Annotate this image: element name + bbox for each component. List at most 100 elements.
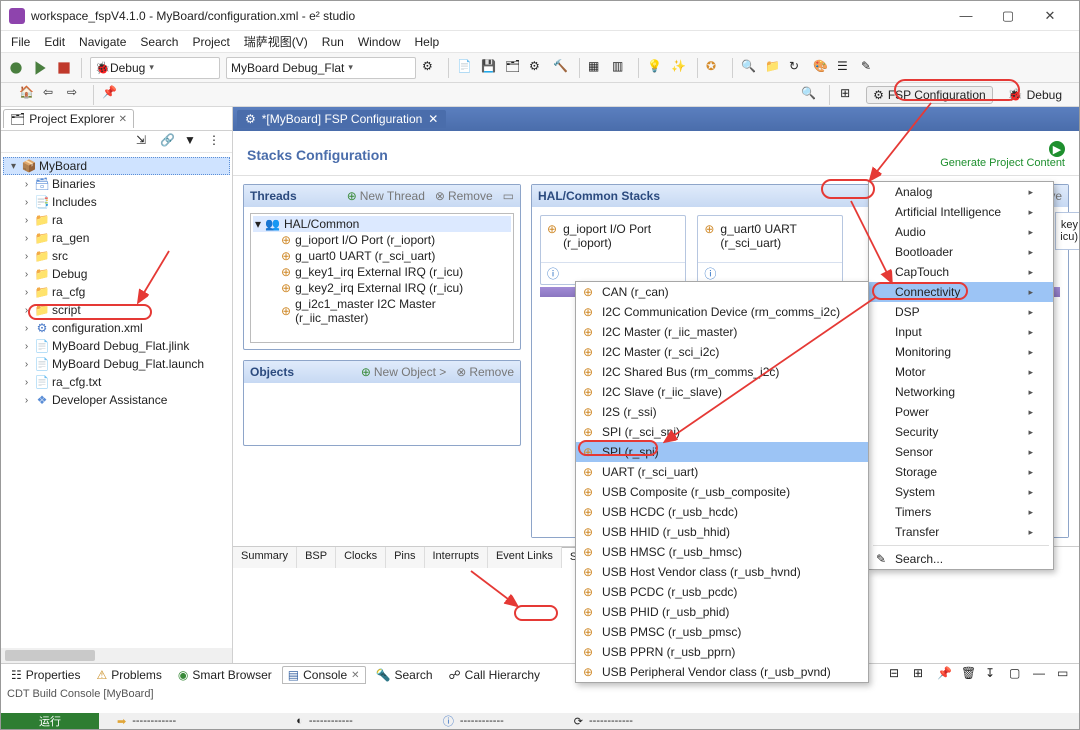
chip-icon[interactable]: ▥ xyxy=(612,59,630,77)
submenu-item[interactable]: ⊕USB Composite (r_usb_composite) xyxy=(576,482,868,502)
editor-tab[interactable]: ⚙ *[MyBoard] FSP Configuration ✕ xyxy=(237,110,446,128)
pin-icon[interactable]: 📌 xyxy=(102,85,120,103)
submenu-item[interactable]: ⊕I2C Master (r_sci_i2c) xyxy=(576,342,868,362)
folder-icon[interactable]: 📁 xyxy=(765,59,783,77)
threads-list[interactable]: ▾👥 HAL/Common ⊕g_ioport I/O Port (r_iopo… xyxy=(250,213,514,343)
explorer-tab[interactable]: 🗂 Project Explorer ✕ xyxy=(3,109,134,128)
new-icon[interactable]: 📄 xyxy=(457,59,475,77)
tree-item[interactable]: ›📄ra_cfg.txt xyxy=(3,373,230,391)
menu-item-motor[interactable]: Motor▸ xyxy=(869,362,1053,382)
menu-window[interactable]: Window xyxy=(358,35,401,49)
thread-group[interactable]: ▾👥 HAL/Common xyxy=(253,216,511,232)
thread-item[interactable]: ⊕g_uart0 UART (r_sci_uart) xyxy=(253,248,511,264)
submenu-item[interactable]: ⊕USB PMSC (r_usb_pmsc) xyxy=(576,622,868,642)
tree-item[interactable]: ›⚙configuration.xml xyxy=(3,319,230,337)
tree-item[interactable]: ›📁ra_cfg xyxy=(3,283,230,301)
editor-tab-close-icon[interactable]: ✕ xyxy=(428,112,438,126)
tab-properties[interactable]: ☷Properties xyxy=(5,666,86,684)
gear-icon[interactable]: ⚙ xyxy=(422,59,440,77)
wand2-icon[interactable]: ✎ xyxy=(861,59,879,77)
submenu-item[interactable]: ⊕SPI (r_sci_spi) xyxy=(576,422,868,442)
thread-item[interactable]: ⊕g_ioport I/O Port (r_ioport) xyxy=(253,232,511,248)
tab-smartbrowser[interactable]: ◉Smart Browser xyxy=(172,666,278,684)
submenu-item[interactable]: ⊕USB PPRN (r_usb_pprn) xyxy=(576,642,868,662)
tree-item[interactable]: ›📄MyBoard Debug_Flat.jlink xyxy=(3,337,230,355)
stack-box-uart[interactable]: ⊕g_uart0 UART (r_sci_uart) ⓘ xyxy=(697,215,843,285)
console-a-icon[interactable]: ⊟ xyxy=(889,666,907,684)
tab-eventlinks[interactable]: Event Links xyxy=(488,547,562,568)
console-scroll-icon[interactable]: ↧ xyxy=(985,666,1003,684)
submenu-item[interactable]: ⊕I2S (r_ssi) xyxy=(576,402,868,422)
debug-perspective[interactable]: 🐞 Debug xyxy=(1001,86,1069,104)
tree-item[interactable]: ›📁ra_gen xyxy=(3,229,230,247)
console-open-icon[interactable]: ▢ xyxy=(1009,666,1027,684)
quick-access-icon[interactable]: 🔍 xyxy=(801,86,819,104)
stop-icon[interactable] xyxy=(55,59,73,77)
menu-icon[interactable]: ⋮ xyxy=(208,133,226,151)
fsp-perspective[interactable]: ⚙ FSP Configuration xyxy=(866,86,993,104)
menu-search[interactable]: Search xyxy=(140,35,178,49)
palette-icon[interactable]: 🎨 xyxy=(813,59,831,77)
search2-icon[interactable]: 🔍 xyxy=(741,59,759,77)
submenu-item[interactable]: ⊕UART (r_sci_uart) xyxy=(576,462,868,482)
menu-item-power[interactable]: Power▸ xyxy=(869,402,1053,422)
collapse-all-icon[interactable]: ⇲ xyxy=(136,133,154,151)
back-icon[interactable]: ⇦ xyxy=(43,85,61,103)
tree-item[interactable]: ›📁Debug xyxy=(3,265,230,283)
menu-item-sensor[interactable]: Sensor▸ xyxy=(869,442,1053,462)
menu-edit[interactable]: Edit xyxy=(44,35,65,49)
tab-bsp[interactable]: BSP xyxy=(297,547,336,568)
submenu-item[interactable]: ⊕USB HCDC (r_usb_hcdc) xyxy=(576,502,868,522)
submenu-item[interactable]: ⊕I2C Shared Bus (rm_comms_i2c) xyxy=(576,362,868,382)
thread-item[interactable]: ⊕g_key2_irq External IRQ (r_icu) xyxy=(253,280,511,296)
menu-item-search[interactable]: ✎Search... xyxy=(869,549,1053,569)
tree-item[interactable]: ›📁src xyxy=(3,247,230,265)
tree-root[interactable]: ▾📦 MyBoard xyxy=(3,157,230,175)
filter2-icon[interactable]: ▼ xyxy=(184,133,202,151)
tree-item[interactable]: ›❖Developer Assistance xyxy=(3,391,230,409)
close-button[interactable]: ✕ xyxy=(1029,2,1071,30)
tree-item[interactable]: ›🗃Binaries xyxy=(3,175,230,193)
debug-mode-dropdown[interactable]: 🐞 Debug ▾ xyxy=(90,57,220,79)
menu-item-dsp[interactable]: DSP▸ xyxy=(869,302,1053,322)
hammer-icon[interactable]: 🔨 xyxy=(553,59,571,77)
menu-renesas[interactable]: 瑞萨视图(V) xyxy=(244,33,308,50)
forward-icon[interactable]: ⇨ xyxy=(67,85,85,103)
minimize-panel-icon[interactable]: ▭ xyxy=(503,189,514,203)
menu-item-timers[interactable]: Timers▸ xyxy=(869,502,1053,522)
tab-clocks[interactable]: Clocks xyxy=(336,547,386,568)
menu-item-monitoring[interactable]: Monitoring▸ xyxy=(869,342,1053,362)
submenu-item[interactable]: ⊕SPI (r_spi) xyxy=(576,442,868,462)
menu-item-system[interactable]: System▸ xyxy=(869,482,1053,502)
thread-item[interactable]: ⊕g_key1_irq External IRQ (r_icu) xyxy=(253,264,511,280)
tab-pins[interactable]: Pins xyxy=(386,547,424,568)
submenu-item[interactable]: ⊕USB Peripheral Vendor class (r_usb_pvnd… xyxy=(576,662,868,682)
generate-button[interactable]: ▶ Generate Project Content xyxy=(940,141,1065,169)
menu-file[interactable]: File xyxy=(11,35,30,49)
console-b-icon[interactable]: ⊞ xyxy=(913,666,931,684)
wand-icon[interactable]: ✨ xyxy=(671,59,689,77)
menu-item-security[interactable]: Security▸ xyxy=(869,422,1053,442)
maximize-button[interactable]: ▢ xyxy=(987,2,1029,30)
save-icon[interactable]: 💾 xyxy=(481,59,499,77)
connectivity-submenu[interactable]: ⊕CAN (r_can)⊕I2C Communication Device (r… xyxy=(575,281,869,683)
tab-problems[interactable]: ⚠Problems xyxy=(90,666,167,684)
submenu-item[interactable]: ⊕USB PCDC (r_usb_pcdc) xyxy=(576,582,868,602)
menu-item-connectivity[interactable]: Connectivity▸ xyxy=(869,282,1053,302)
open-perspective-icon[interactable]: ⊞ xyxy=(840,86,858,104)
submenu-item[interactable]: ⊕I2C Communication Device (rm_comms_i2c) xyxy=(576,302,868,322)
grid-icon[interactable]: ▦ xyxy=(588,59,606,77)
submenu-item[interactable]: ⊕CAN (r_can) xyxy=(576,282,868,302)
submenu-item[interactable]: ⊕I2C Master (r_iic_master) xyxy=(576,322,868,342)
filter-icon[interactable]: ☰ xyxy=(837,59,855,77)
tab-summary[interactable]: Summary xyxy=(233,547,297,568)
menu-item-artificial-intelligence[interactable]: Artificial Intelligence▸ xyxy=(869,202,1053,222)
menu-navigate[interactable]: Navigate xyxy=(79,35,126,49)
new-thread-button[interactable]: ⊕New Thread xyxy=(347,189,425,203)
menu-item-analog[interactable]: Analog▸ xyxy=(869,182,1053,202)
category-menu[interactable]: Analog▸Artificial Intelligence▸Audio▸Boo… xyxy=(868,181,1054,570)
tree-item[interactable]: ›📁ra xyxy=(3,211,230,229)
new-object-button[interactable]: ⊕New Object > xyxy=(361,365,446,379)
build-icon[interactable]: ⚙ xyxy=(529,59,547,77)
minimize-button[interactable]: — xyxy=(945,2,987,30)
